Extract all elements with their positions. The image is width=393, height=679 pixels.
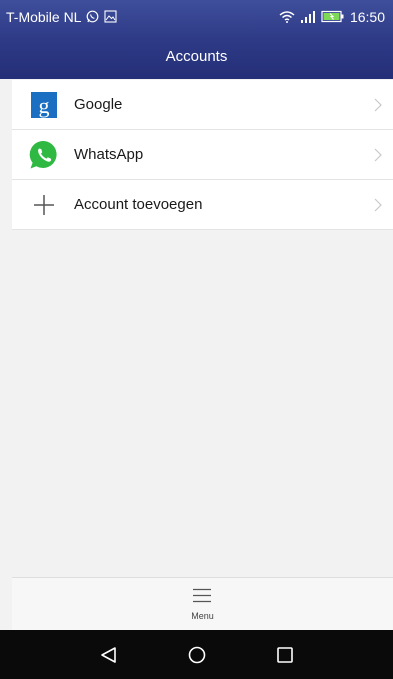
clock: 16:50 bbox=[349, 8, 385, 25]
back-icon[interactable] bbox=[94, 640, 124, 670]
status-bar-right: 16:50 bbox=[279, 9, 385, 25]
app-header: T-Mobile NL 16:50 Accounts bbox=[0, 0, 393, 79]
menu-button[interactable]: Menu bbox=[191, 588, 214, 621]
signal-icon bbox=[300, 10, 316, 23]
status-bar-left: T-Mobile NL bbox=[6, 8, 118, 25]
bottom-menu-bar: Menu bbox=[12, 577, 393, 630]
chevron-right-icon bbox=[363, 197, 393, 213]
accounts-screen: T-Mobile NL 16:50 Accounts g Google What… bbox=[0, 0, 393, 679]
navigation-bar bbox=[0, 630, 393, 679]
status-bar: T-Mobile NL 16:50 bbox=[0, 0, 393, 33]
whatsapp-icon bbox=[14, 139, 74, 171]
google-icon: g bbox=[14, 91, 74, 118]
chevron-right-icon bbox=[363, 147, 393, 163]
image-notification-icon bbox=[104, 10, 118, 23]
battery-icon bbox=[321, 10, 345, 23]
title-bar: Accounts bbox=[0, 33, 393, 79]
account-row-google[interactable]: g Google bbox=[12, 80, 393, 130]
plus-icon bbox=[14, 194, 74, 216]
menu-label: Menu bbox=[191, 610, 214, 621]
accounts-list: g Google WhatsApp Account toevoegen bbox=[12, 80, 393, 230]
hamburger-icon bbox=[192, 588, 212, 608]
svg-text:g: g bbox=[39, 93, 50, 118]
carrier-label: T-Mobile NL bbox=[6, 8, 82, 25]
account-label: Google bbox=[74, 96, 123, 113]
page-title: Accounts bbox=[165, 47, 228, 65]
add-account-row[interactable]: Account toevoegen bbox=[12, 180, 393, 230]
account-label: WhatsApp bbox=[74, 146, 144, 163]
chevron-right-icon bbox=[363, 97, 393, 113]
wifi-icon bbox=[279, 10, 295, 23]
home-icon[interactable] bbox=[182, 640, 212, 670]
recents-icon[interactable] bbox=[270, 640, 300, 670]
account-row-whatsapp[interactable]: WhatsApp bbox=[12, 130, 393, 180]
add-account-label: Account toevoegen bbox=[74, 196, 203, 213]
whatsapp-notification-icon bbox=[86, 10, 99, 23]
